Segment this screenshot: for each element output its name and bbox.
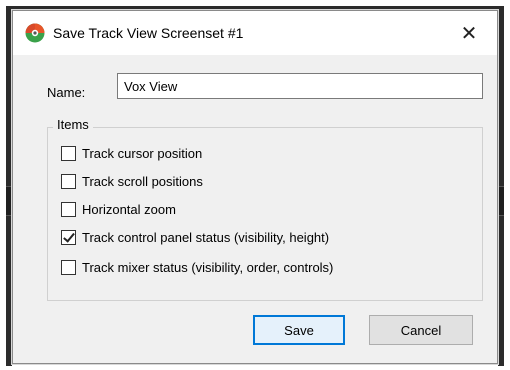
save-button[interactable]: Save	[253, 315, 345, 345]
title-bar: Save Track View Screenset #1 ✕	[13, 11, 497, 55]
save-screenset-dialog: Save Track View Screenset #1 ✕ Name: Ite…	[12, 10, 498, 364]
option-label: Track mixer status (visibility, order, c…	[82, 259, 334, 275]
option-label: Horizontal zoom	[82, 201, 176, 217]
option-label: Track cursor position	[82, 145, 203, 161]
close-icon: ✕	[460, 22, 478, 45]
option-track-control-panel-status[interactable]: Track control panel status (visibility, …	[61, 227, 329, 247]
close-button[interactable]: ✕	[449, 17, 489, 49]
name-label: Name:	[47, 85, 86, 100]
checkbox[interactable]	[61, 201, 76, 217]
option-track-cursor-position[interactable]: Track cursor position	[61, 143, 202, 163]
cancel-button[interactable]: Cancel	[369, 315, 473, 345]
name-input[interactable]	[117, 73, 483, 99]
checkbox-checked[interactable]	[61, 229, 76, 245]
option-label: Track control panel status (visibility, …	[82, 229, 330, 245]
items-group-label: Items	[53, 117, 93, 132]
option-track-scroll-positions[interactable]: Track scroll positions	[61, 171, 203, 191]
checkbox[interactable]	[61, 145, 76, 161]
reaper-logo-icon	[25, 23, 45, 43]
option-label: Track scroll positions	[82, 173, 203, 189]
checkbox[interactable]	[61, 173, 76, 189]
option-horizontal-zoom[interactable]: Horizontal zoom	[61, 199, 176, 219]
checkbox[interactable]	[61, 259, 76, 275]
dialog-title: Save Track View Screenset #1	[53, 25, 244, 41]
option-track-mixer-status[interactable]: Track mixer status (visibility, order, c…	[61, 257, 333, 277]
